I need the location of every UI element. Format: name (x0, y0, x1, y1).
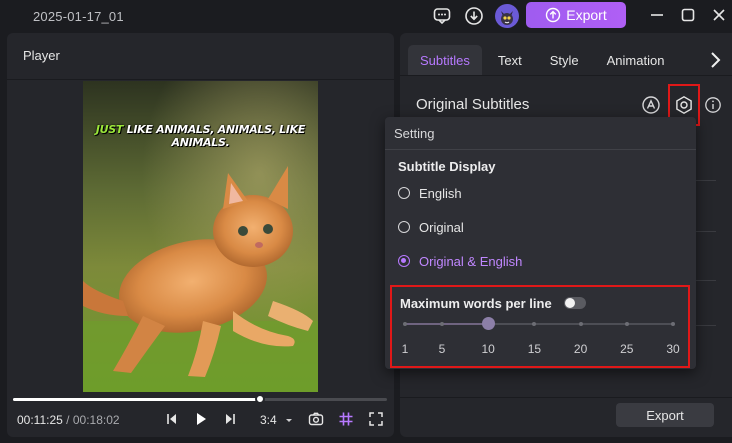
minimize-icon[interactable] (648, 6, 666, 24)
max-words-section: Maximum words per line 1 5 10 15 20 25 30 (390, 285, 690, 368)
slider-handle[interactable] (482, 317, 496, 330)
time-separator: / (66, 413, 70, 427)
max-words-label: Maximum words per line (400, 296, 552, 311)
tab-subtitles[interactable]: Subtitles (408, 45, 482, 75)
popup-header: Setting (385, 117, 696, 150)
subtitle-display-title: Subtitle Display (398, 159, 496, 174)
radio-button[interactable] (398, 187, 410, 199)
divider (7, 79, 394, 80)
slider-tick (671, 322, 675, 326)
max-words-slider[interactable] (403, 317, 675, 330)
slider-tick-label: 25 (620, 342, 634, 356)
slider-tick (532, 322, 537, 326)
slider-tick-label: 20 (573, 342, 588, 356)
slider-fill (405, 323, 489, 325)
snapshot-icon[interactable] (307, 410, 325, 428)
grid-icon[interactable] (337, 410, 355, 428)
chevron-right-icon[interactable] (708, 51, 722, 69)
play-icon[interactable] (192, 410, 210, 428)
slider-tick-label: 1 (401, 342, 409, 356)
slider-tick (578, 322, 583, 326)
project-name: 2025-01-17_01 (33, 9, 124, 24)
radio-button[interactable] (398, 221, 410, 233)
caption-text: LIKE ANIMALS, ANIMALS, LIKE ANIMALS. (123, 123, 306, 149)
slider-tick (403, 322, 407, 326)
video-caption: JUST LIKE ANIMALS, ANIMALS, LIKE ANIMALS… (83, 123, 318, 149)
section-title: Original Subtitles (416, 96, 530, 113)
slider-tick-label: 5 (438, 342, 446, 356)
slider-tick-label: 10 (481, 342, 495, 356)
avatar-icon[interactable] (494, 3, 520, 29)
player-panel: Player JUST LIKE ANIMALS, ANIMALS, LIKE … (7, 33, 394, 437)
option-original[interactable]: Original (398, 218, 464, 236)
timeline-scrubber[interactable] (13, 394, 387, 404)
slider-tick-label: 30 (666, 342, 680, 356)
player-title: Player (23, 48, 60, 63)
total-time: 00:18:02 (72, 413, 120, 427)
caption-highlight: JUST (95, 123, 124, 136)
tab-text[interactable]: Text (486, 45, 534, 75)
current-time: 00:11:25 (17, 413, 63, 427)
aspect-ratio-value: 3:4 (260, 413, 277, 427)
export-button-bottom[interactable]: Export (616, 403, 714, 427)
download-icon[interactable] (463, 5, 485, 27)
upload-icon (546, 7, 561, 23)
export-button-top[interactable]: Export (526, 2, 626, 28)
scrubber-progress (13, 398, 260, 401)
tab-animation[interactable]: Animation (595, 45, 677, 75)
maximize-icon[interactable] (679, 6, 697, 24)
previous-frame-icon[interactable] (163, 410, 181, 428)
title-bar: 2025-01-17_01 Export (0, 0, 732, 32)
option-label: English (419, 185, 462, 201)
export-label: Export (566, 7, 607, 23)
slider-tick (439, 322, 444, 326)
info-icon[interactable] (702, 94, 724, 116)
divider (400, 75, 732, 76)
option-label: Original (419, 219, 464, 235)
aspect-ratio-select[interactable]: 3:4 (260, 413, 277, 427)
popup-title: Setting (394, 126, 435, 141)
radio-button-selected[interactable] (398, 255, 410, 267)
option-english[interactable]: English (398, 184, 462, 202)
comment-icon[interactable] (431, 5, 453, 27)
option-original-english[interactable]: Original & English (398, 252, 522, 270)
app-window: 2025-01-17_01 Export Player JUST LIKE AN… (0, 0, 732, 443)
tab-bar: Subtitles Text Style Animation (408, 45, 676, 75)
slider-tick-label: 15 (527, 342, 542, 356)
translate-icon[interactable] (640, 94, 662, 116)
divider (400, 397, 732, 398)
setting-popup: Setting Subtitle Display English Origina… (385, 117, 696, 369)
tab-style[interactable]: Style (538, 45, 591, 75)
close-icon[interactable] (710, 6, 728, 24)
fullscreen-icon[interactable] (367, 410, 385, 428)
slider-tick (624, 322, 629, 326)
scrubber-handle[interactable] (254, 394, 265, 404)
max-words-toggle[interactable] (564, 297, 586, 309)
next-frame-icon[interactable] (221, 410, 239, 428)
option-label: Original & English (419, 253, 523, 269)
video-preview[interactable]: JUST LIKE ANIMALS, ANIMALS, LIKE ANIMALS… (83, 81, 318, 392)
chevron-down-icon[interactable] (283, 411, 295, 429)
timecode: 00:11:25 / 00:18:02 (17, 413, 120, 427)
